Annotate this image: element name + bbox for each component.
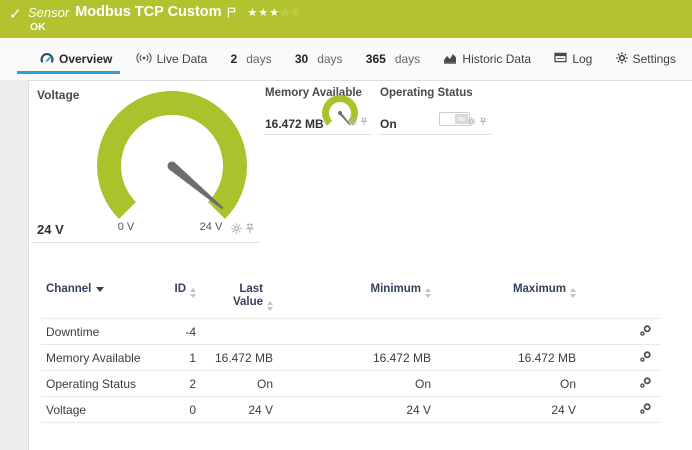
memory-gauge-panel: Memory Available 16.472 MB [264,85,372,135]
live-signal-icon [136,52,152,67]
tab-365-days-word: days [395,52,420,66]
pin-icon[interactable] [360,113,368,131]
column-header-last-value[interactable]: LastValue [196,283,273,311]
tab-2-days-word: days [246,52,271,66]
tab-log-label: Log [572,52,592,66]
gauge-icon [40,51,54,67]
gear-icon[interactable] [348,113,357,131]
pin-icon[interactable] [245,221,255,239]
voltage-scale-min: 0 V [111,221,141,233]
tab-2-days-number: 2 [231,52,238,66]
channel-table-header: Channel ID LastValue Minimum Maximum [41,283,661,318]
voltage-panel-title: Voltage [37,88,79,102]
tab-settings-label: Settings [633,52,676,66]
voltage-gauge-panel: Voltage 0 V 24 V 24 V [31,85,259,243]
cell-channel: Downtime [41,325,151,339]
memory-panel-icons [348,113,368,131]
column-header-id[interactable]: ID [151,283,196,298]
tab-overview-label: Overview [59,52,112,66]
sort-icon [267,301,273,311]
gear-icon [616,52,628,67]
voltage-panel-icons [231,221,255,239]
channel-settings-icon[interactable] [639,376,652,392]
channel-table: Channel ID LastValue Minimum Maximum Dow… [41,283,661,423]
channel-settings-icon[interactable] [639,324,652,340]
column-header-id-label: ID [175,283,187,295]
tab-365-days[interactable]: 365 days [366,38,420,80]
tab-30-days[interactable]: 30 days [295,38,343,80]
cell-id: -4 [151,325,196,339]
operating-status-panel: Operating Status On [379,85,491,135]
operating-status-title: Operating Status [380,87,473,99]
table-row[interactable]: Memory Available 1 16.472 MB 16.472 MB 1… [41,344,661,370]
tab-2-days[interactable]: 2 days [231,38,272,80]
sensor-overview-page: ✓ Sensor Modbus TCP Custom ★★★☆☆ OK Over… [0,0,692,450]
cell-minimum: 24 V [273,403,431,417]
column-header-channel[interactable]: Channel [41,283,151,295]
sort-icon [570,288,576,298]
table-row[interactable]: Voltage 0 24 V 24 V 24 V [41,396,661,423]
switch-indicator [439,112,470,126]
cell-last-value: 24 V [196,403,273,417]
gear-icon[interactable] [467,113,476,131]
table-row[interactable]: Operating Status 2 On On On [41,370,661,396]
tab-bar: Overview Live Data 2 days 30 days 365 da… [0,38,692,80]
tab-overview[interactable]: Overview [40,38,112,80]
column-header-minimum[interactable]: Minimum [273,283,431,298]
cell-maximum: 24 V [431,403,576,417]
flag-icon [227,5,236,23]
sensor-name: Modbus TCP Custom [75,4,221,20]
tab-live-data-label: Live Data [157,52,208,66]
stars-empty: ☆☆ [280,7,302,19]
cell-maximum: On [431,377,576,391]
cell-maximum: 16.472 MB [431,351,576,365]
ok-check-icon: ✓ [9,5,22,23]
voltage-scale-max: 24 V [191,221,231,233]
priority-stars[interactable]: ★★★☆☆ [248,4,302,19]
gear-icon[interactable] [231,221,242,239]
overview-content-card: Voltage 0 V 24 V 24 V Memory Available 1 [28,80,692,450]
cell-last-value: 16.472 MB [196,351,273,365]
cell-minimum: 16.472 MB [273,351,431,365]
cell-channel: Voltage [41,403,151,417]
cell-channel: Operating Status [41,377,151,391]
sensor-status-text: OK [30,21,46,33]
operating-status-panel-icons [467,113,487,131]
cell-id: 1 [151,351,196,365]
stars-filled: ★★★ [248,7,281,19]
historic-chart-icon [443,52,457,67]
memory-value: 16.472 MB [265,117,324,131]
tab-log[interactable]: Log [554,38,592,80]
tab-historic-data-label: Historic Data [462,52,531,66]
table-row[interactable]: Downtime -4 [41,318,661,344]
tab-30-days-number: 30 [295,52,308,66]
column-header-last-label: Last [239,283,273,296]
tab-365-days-number: 365 [366,52,386,66]
object-kind-label: Sensor [28,4,69,20]
cell-minimum: On [273,377,431,391]
voltage-value: 24 V [37,222,64,237]
channel-settings-icon[interactable] [639,402,652,418]
channel-settings-icon[interactable] [639,350,652,366]
sort-desc-icon [96,287,104,292]
cell-id: 0 [151,403,196,417]
pin-icon[interactable] [479,113,487,131]
cell-last-value: On [196,377,273,391]
sensor-title-line: Sensor Modbus TCP Custom ★★★☆☆ [28,4,302,23]
operating-status-value: On [380,117,397,131]
tab-historic-data[interactable]: Historic Data [443,38,531,80]
cell-id: 2 [151,377,196,391]
column-header-maximum[interactable]: Maximum [431,283,576,298]
column-header-minimum-label: Minimum [371,283,421,295]
tab-settings[interactable]: Settings [616,38,676,80]
tab-30-days-word: days [317,52,342,66]
column-header-channel-label: Channel [46,283,91,295]
log-icon [554,52,567,66]
column-header-maximum-label: Maximum [513,283,566,295]
cell-channel: Memory Available [41,351,151,365]
sensor-status-header: ✓ Sensor Modbus TCP Custom ★★★☆☆ OK [0,0,692,38]
column-header-value-label: Value [233,296,263,308]
tab-live-data[interactable]: Live Data [136,38,208,80]
voltage-gauge [97,91,247,237]
